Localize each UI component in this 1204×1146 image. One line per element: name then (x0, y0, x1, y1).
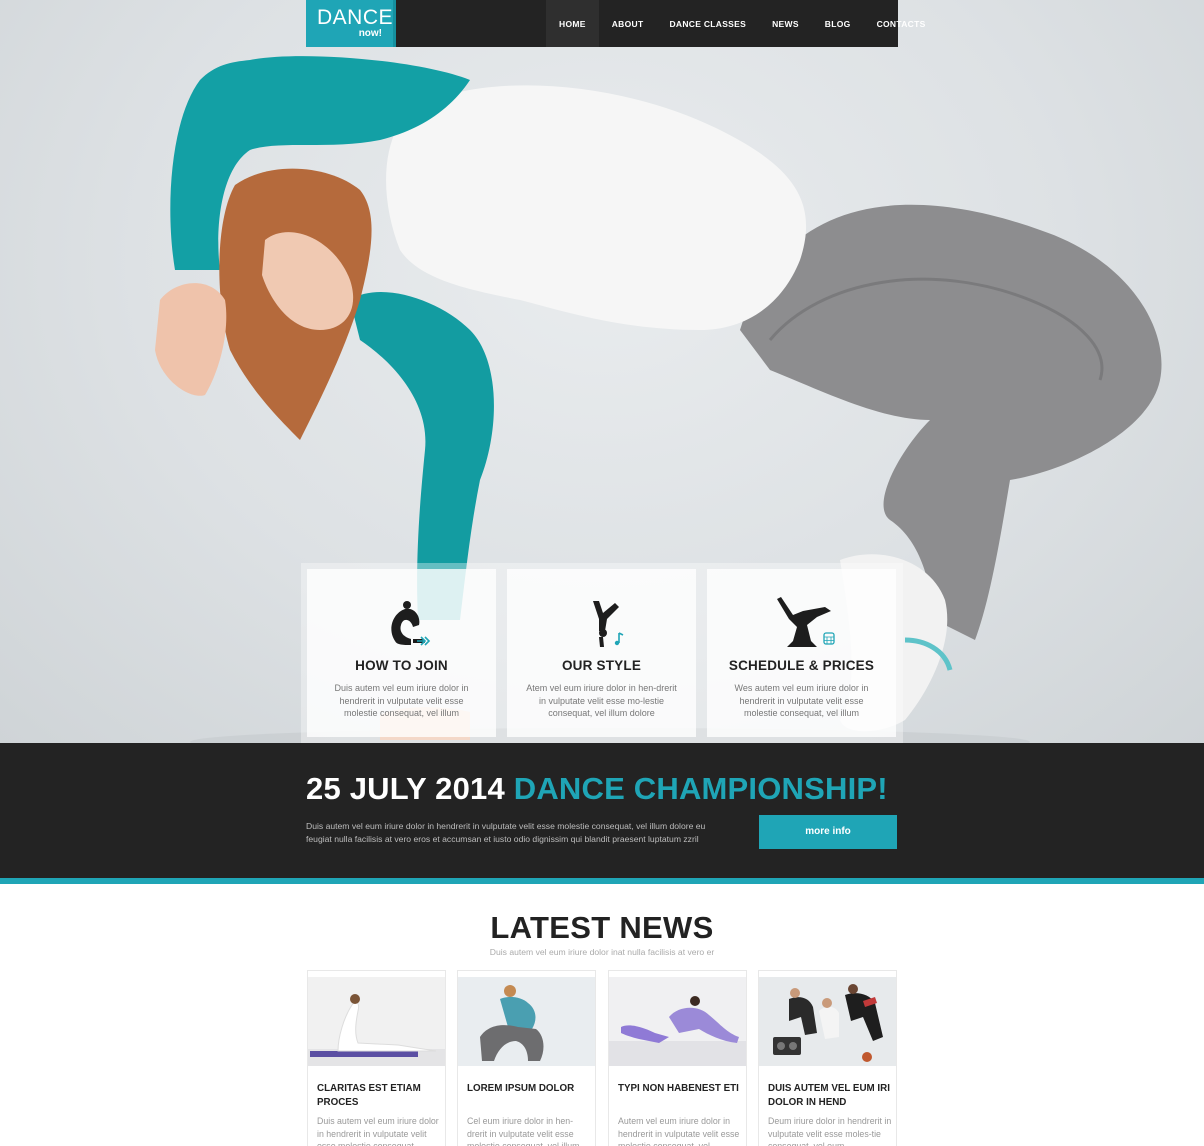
nav-item-about[interactable]: ABOUT (599, 0, 657, 47)
championship-banner: 25 JULY 2014 DANCE CHAMPIONSHIP! Duis au… (0, 743, 1204, 878)
nav-item-contacts[interactable]: CONTACTS (864, 0, 939, 47)
news-title[interactable]: LOREM IPSUM DOLOR (467, 1082, 589, 1096)
news-image[interactable] (609, 977, 746, 1066)
dancer-join-icon (391, 601, 431, 646)
dancer-schedule-icon (777, 597, 835, 647)
nav-item-dance-classes[interactable]: DANCE CLASSES (656, 0, 759, 47)
news-card[interactable]: DUIS AUTEM VEL EUM IRI DOLOR IN HEND Deu… (758, 970, 897, 1146)
news-section-title: LATEST NEWS (490, 910, 714, 945)
news-title[interactable]: DUIS AUTEM VEL EUM IRI DOLOR IN HEND (768, 1082, 890, 1110)
feature-our-style[interactable]: OUR STYLE Atem vel eum iriure dolor in h… (507, 569, 696, 737)
news-image[interactable] (458, 977, 595, 1066)
news-section-subtitle: Duis autem vel eum iriure dolor inat nul… (489, 947, 715, 957)
news-excerpt: Autem vel eum iriure dolor in hendrerit … (618, 1116, 740, 1146)
news-card[interactable]: CLARITAS EST ETIAM PROCES Duis autem vel… (307, 970, 446, 1146)
banner-event: DANCE CHAMPIONSHIP! (513, 771, 888, 806)
news-image[interactable] (308, 977, 445, 1066)
nav-item-home[interactable]: HOME (546, 0, 599, 47)
feature-title: SCHEDULE & PRICES (728, 658, 875, 673)
more-info-button[interactable]: more info (759, 815, 897, 849)
logo-main-text: DANCE (317, 6, 394, 29)
dancer-style-icon (593, 601, 624, 647)
top-navigation: DANCE now! HOME ABOUT DANCE CLASSES NEWS… (306, 0, 925, 47)
nav-item-blog[interactable]: BLOG (812, 0, 864, 47)
banner-title: 25 JULY 2014 DANCE CHAMPIONSHIP! (306, 771, 888, 807)
news-title[interactable]: CLARITAS EST ETIAM PROCES (317, 1082, 439, 1110)
news-title[interactable]: TYPI NON HABENEST ETI (618, 1082, 740, 1096)
logo-sub-text: now! (358, 28, 383, 39)
news-card[interactable]: LOREM IPSUM DOLOR Cel eum iriure dolor i… (457, 970, 596, 1146)
feature-text: Atem vel eum iriure dolor in hen-drerit … (526, 683, 677, 718)
feature-title: HOW TO JOIN (355, 658, 448, 673)
news-image[interactable] (759, 977, 896, 1066)
banner-accent-line (0, 878, 1204, 884)
main-menu: HOME ABOUT DANCE CLASSES NEWS BLOG CONTA… (546, 0, 939, 47)
dance-group-photo (759, 977, 896, 1066)
dancer-floor-photo (609, 977, 746, 1066)
yoga-photo (308, 977, 445, 1066)
news-excerpt: Cel eum iriure dolor in hen-drerit in vu… (467, 1116, 580, 1146)
news-excerpt: Duis autem vel eum iriure dolor in hendr… (317, 1116, 439, 1146)
feature-boxes: HOW TO JOIN Duis autem vel eum iriure do… (301, 563, 903, 743)
news-card[interactable]: TYPI NON HABENEST ETI Autem vel eum iriu… (608, 970, 747, 1146)
banner-date: 25 JULY 2014 (306, 771, 505, 806)
logo[interactable]: DANCE now! (306, 0, 397, 47)
banner-text: Duis autem vel eum iriure dolor in hendr… (306, 821, 706, 844)
feature-title: OUR STYLE (561, 658, 642, 673)
feature-text: Wes autem vel eum iriure dolor in hendre… (734, 683, 869, 718)
nav-item-news[interactable]: NEWS (759, 0, 812, 47)
feature-how-to-join[interactable]: HOW TO JOIN Duis autem vel eum iriure do… (307, 569, 496, 737)
news-excerpt: Deum iriure dolor in hendrerit in vulput… (768, 1116, 892, 1146)
feature-text: Duis autem vel eum iriure dolor in hendr… (334, 683, 469, 718)
feature-schedule-prices[interactable]: SCHEDULE & PRICES Wes autem vel eum iriu… (707, 569, 896, 737)
dancer-crouch-photo (458, 977, 595, 1066)
